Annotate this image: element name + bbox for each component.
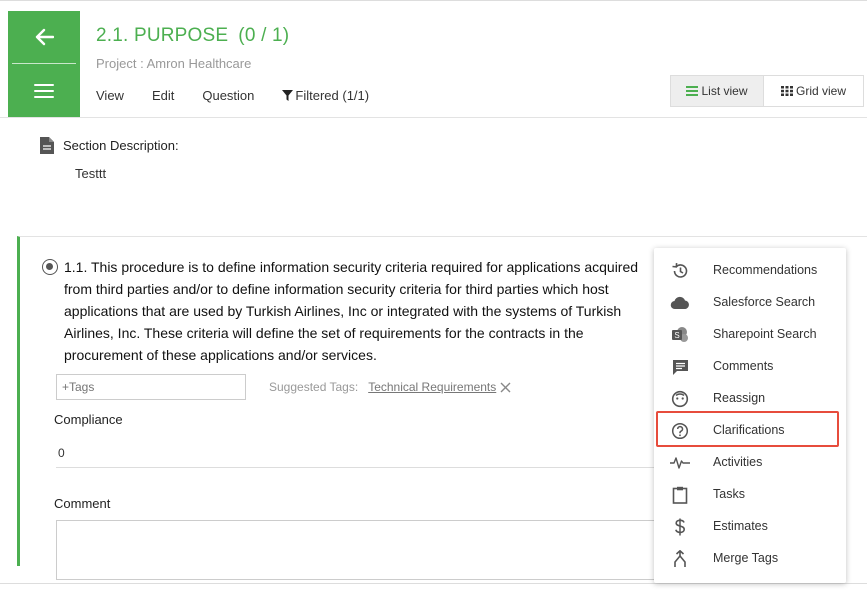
menu-item-merge-tags[interactable]: Merge Tags [654, 543, 846, 575]
compliance-underline [56, 467, 676, 468]
suggested-tag-link[interactable]: Technical Requirements [368, 380, 496, 394]
section-description-label: Section Description: [63, 138, 179, 153]
list-view-button[interactable]: List view [671, 76, 764, 106]
arrow-left-icon [35, 28, 54, 46]
section-title: 2.1. PURPOSE [96, 25, 229, 46]
list-icon [686, 86, 699, 96]
view-menu[interactable]: View [96, 88, 124, 103]
close-icon [500, 382, 511, 392]
clipboard-icon [669, 485, 691, 505]
compliance-label: Compliance [54, 412, 123, 427]
compliance-field[interactable]: 0 [58, 446, 65, 460]
menu-item-tasks[interactable]: Tasks [654, 479, 846, 511]
filter-label: Filtered (1/1) [295, 88, 370, 103]
hamburger-icon [34, 83, 54, 98]
filter-button[interactable]: Filtered (1/1) [282, 88, 369, 103]
grid-view-button[interactable]: Grid view [764, 76, 863, 106]
comment-textarea[interactable] [56, 520, 676, 580]
face-icon [669, 389, 691, 409]
grid-icon [780, 86, 793, 96]
pulse-icon [669, 453, 691, 473]
question-circle-icon [669, 421, 691, 441]
edit-menu[interactable]: Edit [152, 88, 174, 103]
cloud-icon [669, 293, 691, 313]
document-icon [40, 137, 54, 154]
view-toggle: List view Grid view [670, 75, 864, 107]
grid-view-label: Grid view [795, 84, 846, 98]
question-menu[interactable]: Question [202, 88, 254, 103]
tags-input[interactable] [56, 374, 246, 400]
menu-item-label: Comments [713, 359, 774, 373]
section-description-header: Section Description: [40, 137, 179, 154]
progress-count: (0 / 1) [238, 25, 290, 46]
menu-item-clarifications[interactable]: Clarifications [654, 415, 846, 447]
dollar-icon [669, 517, 691, 537]
project-subtitle: Project : Amron Healthcare [96, 56, 252, 71]
bottom-border [0, 583, 867, 584]
page-title: 2.1. PURPOSE (0 / 1) [96, 25, 289, 47]
suggested-tags: Suggested Tags: Technical Requirements [269, 380, 511, 394]
sharepoint-icon: S [669, 325, 691, 345]
menu-item-label: Estimates [713, 519, 768, 533]
merge-icon [669, 549, 691, 569]
comment-icon [669, 357, 691, 377]
menu-item-label: Salesforce Search [713, 295, 816, 309]
menu-item-estimates[interactable]: Estimates [654, 511, 846, 543]
remove-tag-button[interactable] [500, 382, 511, 393]
menu-button[interactable] [8, 64, 80, 117]
svg-text:S: S [674, 331, 679, 340]
header-divider [0, 117, 867, 118]
menu-item-activities[interactable]: Activities [654, 447, 846, 479]
top-border [0, 0, 867, 1]
menu-item-label: Sharepoint Search [713, 327, 817, 341]
list-view-label: List view [701, 84, 748, 98]
history-icon [669, 261, 691, 281]
menu-item-reassign[interactable]: Reassign [654, 383, 846, 415]
comment-label: Comment [54, 496, 111, 511]
menu-item-label: Clarifications [713, 423, 785, 437]
side-tile [8, 11, 80, 117]
filter-icon [282, 90, 294, 101]
menu-item-label: Activities [713, 455, 763, 469]
suggested-tags-label: Suggested Tags: [269, 380, 359, 394]
menu-item-comments[interactable]: Comments [654, 351, 846, 383]
menu-item-label: Reassign [713, 391, 766, 405]
menu-item-recommendations[interactable]: Recommendations [654, 255, 846, 287]
toolbar: View Edit Question Filtered (1/1) [96, 88, 397, 103]
menu-item-sharepoint-search[interactable]: S Sharepoint Search [654, 319, 846, 351]
menu-item-label: Tasks [713, 487, 745, 501]
menu-item-salesforce-search[interactable]: Salesforce Search [654, 287, 846, 319]
question-radio[interactable] [42, 259, 58, 275]
back-button[interactable] [8, 11, 80, 63]
menu-item-label: Recommendations [713, 263, 818, 277]
question-text: 1.1. This procedure is to define informa… [64, 259, 639, 363]
context-menu: Recommendations Salesforce Search S Shar… [654, 248, 846, 583]
menu-item-label: Merge Tags [713, 551, 779, 565]
section-description-text: Testtt [75, 166, 107, 181]
